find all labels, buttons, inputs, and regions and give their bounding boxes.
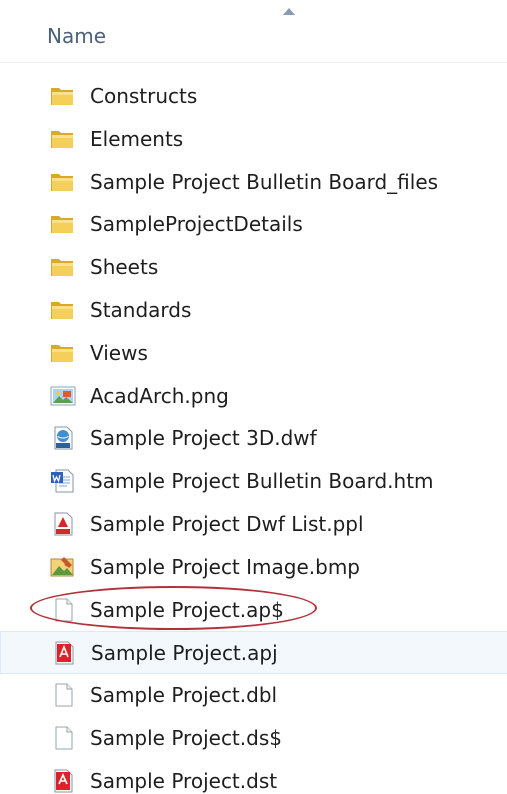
file-name: AcadArch.png [90, 383, 229, 408]
file-name: Sheets [90, 255, 159, 280]
file-name: Sample Project Bulletin Board_files [90, 169, 439, 194]
header-divider [0, 62, 507, 63]
file-row[interactable]: Sample Project Image.bmp [0, 546, 507, 589]
file-row[interactable]: Elements [0, 118, 507, 161]
folder-icon [50, 341, 76, 365]
folder-icon [50, 170, 76, 194]
folder-icon [50, 84, 76, 108]
file-row[interactable]: Sample Project.ds$ [0, 717, 507, 760]
bmp-image-icon [50, 555, 76, 579]
folder-icon [50, 298, 76, 322]
file-explorer: Name Constructs Elements Sample Project … [0, 0, 507, 794]
ppl-file-icon [50, 512, 76, 536]
file-row[interactable]: SampleProjectDetails [0, 203, 507, 246]
file-name: SampleProjectDetails [90, 212, 303, 237]
file-name: Sample Project.ds$ [90, 725, 282, 750]
file-row[interactable]: AcadArch.png [0, 375, 507, 418]
dst-file-icon [50, 769, 76, 793]
file-name: Sample Project.apj [91, 641, 278, 666]
file-row[interactable]: Views [0, 332, 507, 375]
word-htm-icon [50, 469, 76, 493]
file-row[interactable]: Constructs [0, 75, 507, 118]
file-row[interactable]: Sample Project Dwf List.ppl [0, 503, 507, 546]
file-row[interactable]: Sample Project.dst [0, 760, 507, 794]
file-name: Sample Project.dbl [90, 683, 278, 708]
folder-icon [50, 255, 76, 279]
file-name: Sample Project.ap$ [90, 597, 284, 622]
apj-file-icon [51, 641, 77, 665]
file-name: Sample Project Bulletin Board.htm [90, 469, 434, 494]
file-row[interactable]: Sample Project.dbl [0, 674, 507, 717]
name-column-header[interactable]: Name [47, 22, 106, 50]
file-row[interactable]: Sample Project Bulletin Board_files [0, 161, 507, 204]
dwf-file-icon [50, 426, 76, 450]
file-name: Sample Project 3D.dwf [90, 426, 317, 451]
file-row[interactable]: Sample Project Bulletin Board.htm [0, 460, 507, 503]
sort-ascending-icon[interactable] [283, 8, 295, 15]
blank-file-icon [50, 598, 76, 622]
file-name: Standards [90, 297, 192, 322]
file-name: Views [90, 340, 148, 365]
file-name: Sample Project Image.bmp [90, 554, 360, 579]
folder-icon [50, 212, 76, 236]
file-row[interactable]: Sample Project.apj [0, 631, 507, 675]
folder-icon [50, 127, 76, 151]
file-name: Elements [90, 126, 184, 151]
file-name: Sample Project.dst [90, 768, 278, 793]
file-row[interactable]: Sample Project 3D.dwf [0, 417, 507, 460]
file-name: Sample Project Dwf List.ppl [90, 511, 364, 536]
blank-file-icon [50, 726, 76, 750]
file-list: Constructs Elements Sample Project Bulle… [0, 75, 507, 794]
file-row[interactable]: Standards [0, 289, 507, 332]
png-image-icon [50, 384, 76, 408]
file-row[interactable]: Sample Project.ap$ [0, 589, 507, 632]
file-row[interactable]: Sheets [0, 246, 507, 289]
blank-file-icon [50, 683, 76, 707]
file-name: Constructs [90, 84, 198, 108]
